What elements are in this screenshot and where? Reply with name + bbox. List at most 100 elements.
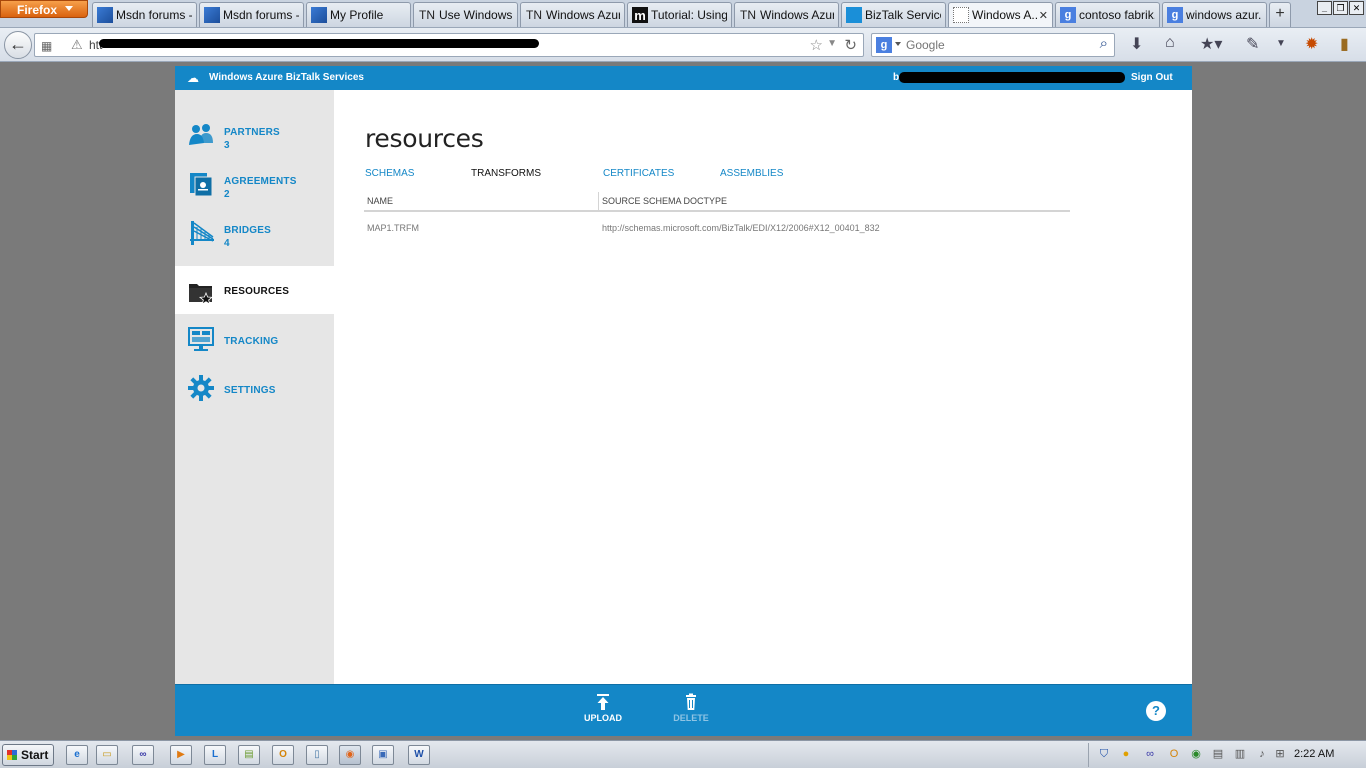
engine-dropdown-icon[interactable] (895, 42, 901, 46)
taskbar-word-icon[interactable]: W (408, 745, 430, 765)
google-engine-icon[interactable]: g (876, 37, 892, 53)
tab-schemas[interactable]: SCHEMAS (365, 168, 414, 179)
taskbar-lync-icon[interactable]: L (204, 745, 226, 765)
bookmarks-menu-icon[interactable]: ★▾ (1200, 34, 1222, 54)
browser-tab[interactable]: g windows azur... (1162, 2, 1267, 27)
m-favicon-icon: m (632, 7, 648, 23)
tray-infinity-icon[interactable]: ∞ (1143, 747, 1157, 761)
g-favicon-icon: g (1167, 7, 1183, 23)
upload-button[interactable]: UPLOAD (573, 693, 633, 723)
site-identity-icon[interactable]: ⚠ (71, 37, 83, 53)
sidebar-item-settings[interactable]: SETTINGS (175, 365, 334, 413)
g-favicon-icon: g (1060, 7, 1076, 23)
browser-tab-label: Windows Azur... (760, 8, 834, 22)
home-icon[interactable]: ⌂ (1165, 34, 1175, 52)
addon-book-icon[interactable]: ▮ (1340, 34, 1349, 54)
sidebar-item-label: PARTNERS (224, 127, 280, 138)
sidebar-item-resources[interactable]: RESOURCES (175, 266, 334, 314)
msdn-favicon-icon (311, 7, 327, 23)
browser-tab-label: Msdn forums -... (116, 8, 192, 22)
taskbar-firefox-icon[interactable]: ◉ (339, 745, 361, 765)
downloads-icon[interactable]: ⬇ (1130, 34, 1143, 54)
reload-icon[interactable]: ↻ (844, 36, 857, 54)
taskbar-app3-icon[interactable]: ▣ (372, 745, 394, 765)
browser-tab[interactable]: Msdn forums -... (199, 2, 304, 27)
column-header-name[interactable]: NAME (367, 196, 393, 206)
browser-tab[interactable]: TN Windows Azur... (734, 2, 839, 27)
browser-tab[interactable]: TN Use Windows ... (413, 2, 518, 27)
portal-title: Windows Azure BizTalk Services (209, 72, 364, 83)
sidebar-item-agreements[interactable]: AGREEMENTS 2 (175, 161, 334, 209)
taskbar-clock[interactable]: 2:22 AM (1294, 748, 1334, 760)
delete-button[interactable]: DELETE (661, 693, 721, 723)
tray-printer-icon[interactable]: ⊞ (1273, 747, 1287, 761)
browser-tab[interactable]: My Profile (306, 2, 411, 27)
browser-tab[interactable]: Msdn forums -... (92, 2, 197, 27)
bridges-icon (187, 219, 215, 247)
tab-groups-icon[interactable]: ▦ (41, 39, 52, 53)
close-tab-icon[interactable]: ✕ (1039, 9, 1048, 22)
tab-certificates[interactable]: CERTIFICATES (603, 168, 674, 179)
biztalk-portal: ☁ Windows Azure BizTalk Services b Sign … (175, 66, 1192, 736)
browser-tab[interactable]: BizTalk Service... (841, 2, 946, 27)
help-button[interactable]: ? (1146, 701, 1166, 721)
sign-out-link[interactable]: Sign Out (1131, 72, 1173, 83)
toolbar-overflow-icon[interactable]: ▼ (1276, 38, 1286, 49)
tab-assemblies[interactable]: ASSEMBLIES (720, 168, 783, 179)
browser-tab[interactable]: mTutorial: Using... (627, 2, 732, 27)
sidebar-item-tracking[interactable]: TRACKING (175, 316, 334, 364)
minimize-button[interactable]: _ (1317, 1, 1332, 15)
browser-tab[interactable]: gcontoso fabrik... (1055, 2, 1160, 27)
tray-chat-icon[interactable]: ◉ (1189, 747, 1203, 761)
search-input[interactable] (906, 37, 1086, 53)
agreements-icon (187, 170, 215, 198)
sidebar-item-bridges[interactable]: BRIDGES 4 (175, 210, 334, 258)
tray-app-icon[interactable]: ● (1119, 747, 1133, 761)
back-button[interactable]: ← (4, 31, 32, 59)
bookmark-star-icon[interactable]: ☆ (810, 36, 823, 54)
tray-outlook-icon[interactable]: O (1167, 747, 1181, 761)
browser-tab[interactable]: TN Windows Azur... (520, 2, 625, 27)
windows-logo-icon (7, 750, 17, 760)
window-controls: _ ❐ ✕ (1316, 1, 1364, 15)
addon-sun-icon[interactable]: ✹ (1305, 34, 1318, 54)
start-button[interactable]: Start (2, 744, 54, 766)
search-icon[interactable]: ⌕ (1100, 35, 1108, 52)
user-account-redaction (899, 72, 1125, 83)
resources-icon (187, 278, 215, 306)
new-tab-button[interactable]: + (1269, 2, 1291, 27)
help-icon: ? (1152, 703, 1160, 718)
addon-icon[interactable]: ✎ (1246, 34, 1259, 54)
close-window-button[interactable]: ✕ (1349, 1, 1364, 15)
grid-header: NAME SOURCE SCHEMA DOCTYPE (364, 192, 1070, 212)
table-row[interactable]: MAP1.TRFM http://schemas.microsoft.com/Bi… (364, 219, 1070, 239)
network-icon[interactable]: ▥ (1233, 747, 1247, 761)
taskbar-outlook-icon[interactable]: O (272, 745, 294, 765)
tray-device-icon[interactable]: ▤ (1211, 747, 1225, 761)
taskbar-explorer-icon[interactable]: ▭ (96, 745, 118, 765)
history-dropdown-icon[interactable]: ▼ (827, 38, 837, 49)
trash-icon (686, 693, 696, 710)
shield-icon[interactable]: ⛉ (1097, 747, 1111, 761)
taskbar-app-icon[interactable]: ∞ (132, 745, 154, 765)
restore-button[interactable]: ❐ (1333, 1, 1348, 15)
column-header-doctype[interactable]: SOURCE SCHEMA DOCTYPE (602, 196, 727, 206)
sidebar-item-label: AGREEMENTS (224, 176, 297, 187)
search-bar[interactable]: g ⌕ (871, 33, 1115, 57)
azure-cloud-icon: ☁ (187, 71, 199, 85)
firefox-menu-button[interactable]: Firefox (0, 0, 88, 18)
biz-favicon-icon (846, 7, 862, 23)
windows-taskbar: Start e ▭ ∞ ▶ L ▤ O ▯ ◉ ▣ W ⛉ ● ∞ O ◉ ▤ … (0, 740, 1366, 768)
address-bar[interactable]: ▦ ⚠ htt ☆ ▼ ↻ (34, 33, 864, 57)
volume-icon[interactable]: ♪ (1255, 747, 1269, 761)
taskbar-app2-icon[interactable]: ▤ (238, 745, 260, 765)
browser-tab-label: My Profile (330, 8, 384, 22)
taskbar-ie-icon[interactable]: e (66, 745, 88, 765)
browser-tab[interactable]: Windows A... ✕ (948, 2, 1053, 27)
taskbar-notepad-icon[interactable]: ▯ (306, 745, 328, 765)
browser-tab-label: Windows A... (972, 8, 1039, 22)
tab-transforms[interactable]: TRANSFORMS (471, 168, 541, 179)
sidebar-item-partners[interactable]: PARTNERS 3 (175, 112, 334, 160)
browser-tab-label: Msdn forums -... (223, 8, 299, 22)
taskbar-media-icon[interactable]: ▶ (170, 745, 192, 765)
